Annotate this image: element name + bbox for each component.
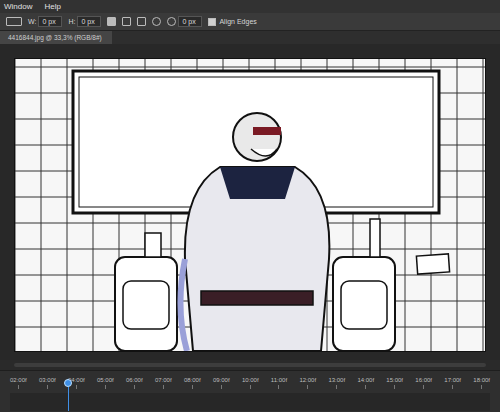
app-window: Window Help W:0 px H:0 px 0 px Align Edges 441… xyxy=(0,0,500,412)
canvas-illustration xyxy=(15,59,485,351)
path-ops-icon[interactable] xyxy=(107,17,116,26)
time-ruler[interactable]: 02:00f03:00f04:00f05:00f06:00f07:00f08:0… xyxy=(10,377,490,389)
time-tick: 03:00f xyxy=(39,377,56,389)
time-tick: 18:00f xyxy=(473,377,490,389)
time-tick: 05:00f xyxy=(97,377,114,389)
time-tick: 11:00f xyxy=(271,377,287,389)
time-tick: 17:00f xyxy=(444,377,461,389)
time-tick: 16:00f xyxy=(415,377,432,389)
size-field[interactable]: W:0 px xyxy=(28,16,62,27)
stroke-icon[interactable] xyxy=(6,17,22,26)
time-tick: 07:00f xyxy=(155,377,172,389)
radius-field[interactable]: 0 px xyxy=(167,16,202,27)
timeline: 02:00f03:00f04:00f05:00f06:00f07:00f08:0… xyxy=(0,370,500,412)
gear-icon[interactable] xyxy=(152,17,161,26)
timeline-track[interactable] xyxy=(10,393,490,411)
document-tab[interactable]: 4416844.jpg @ 33,3% (RGB/8#) xyxy=(0,31,112,44)
align-icon[interactable] xyxy=(122,17,131,26)
canvas[interactable] xyxy=(14,58,486,352)
document-tabs: 4416844.jpg @ 33,3% (RGB/8#) xyxy=(0,31,500,44)
menu-bar: Window Help xyxy=(0,0,500,13)
time-tick: 13:00f xyxy=(328,377,345,389)
time-tick: 15:00f xyxy=(386,377,403,389)
time-tick: 06:00f xyxy=(126,377,143,389)
time-tick: 10:00f xyxy=(242,377,259,389)
scroll-thumb[interactable] xyxy=(14,363,486,367)
time-tick: 02:00f xyxy=(10,377,27,389)
horizontal-scrollbar[interactable] xyxy=(0,360,500,370)
align-edges-checkbox[interactable]: Align Edges xyxy=(208,18,256,26)
arrange-icon[interactable] xyxy=(137,17,146,26)
menu-item[interactable]: Help xyxy=(44,2,60,11)
menu-item[interactable]: Window xyxy=(4,2,32,11)
time-tick: 12:00f xyxy=(299,377,316,389)
time-tick: 08:00f xyxy=(184,377,201,389)
radius-icon xyxy=(167,17,176,26)
time-tick: 09:00f xyxy=(213,377,230,389)
size-field[interactable]: H:0 px xyxy=(68,16,101,27)
time-tick: 14:00f xyxy=(357,377,374,389)
playhead[interactable] xyxy=(64,379,72,387)
options-toolbar: W:0 px H:0 px 0 px Align Edges xyxy=(0,13,500,31)
playhead-line xyxy=(68,387,69,411)
workspace xyxy=(0,44,500,360)
